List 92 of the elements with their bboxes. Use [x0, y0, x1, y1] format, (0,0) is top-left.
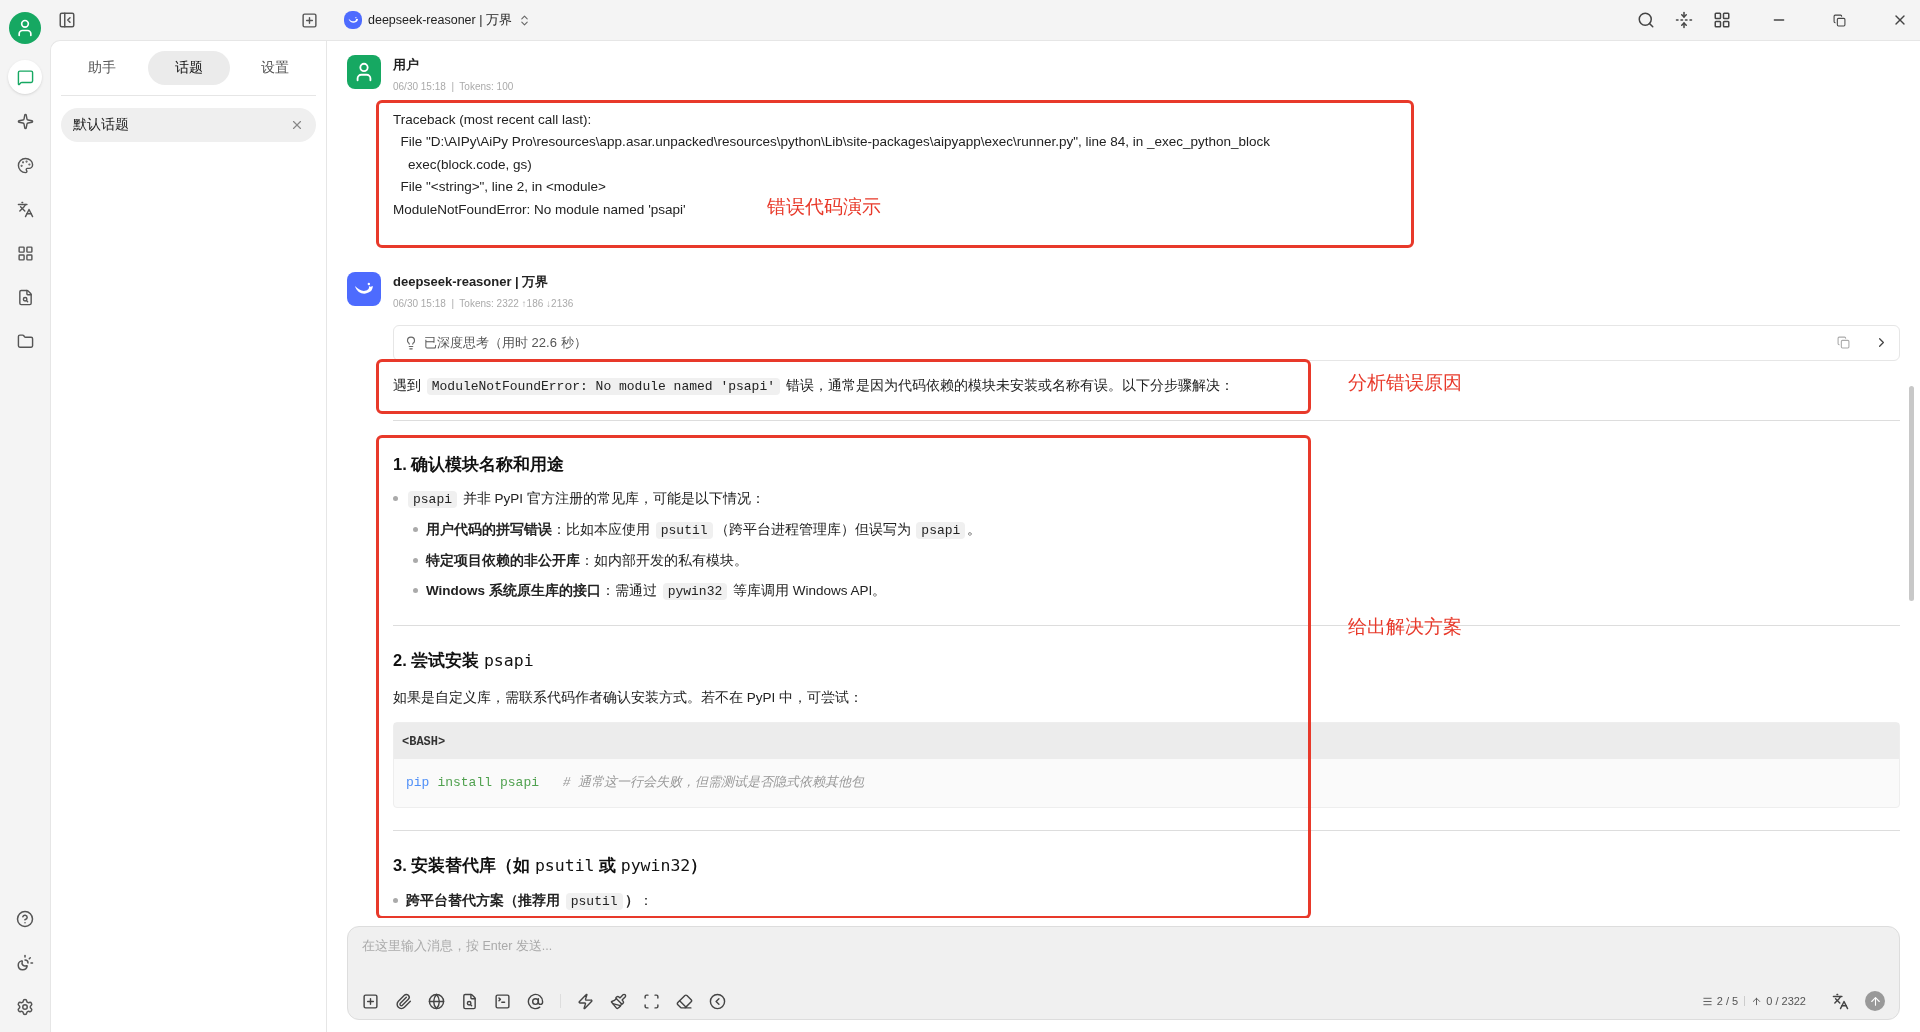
- list-icon: [1701, 995, 1713, 1007]
- heading-code: pywin32: [620, 855, 691, 875]
- restore-icon[interactable]: [1833, 13, 1846, 27]
- bold-text: 跨平台替代方案（推荐用: [406, 893, 561, 909]
- lightning-icon[interactable]: [577, 992, 594, 1010]
- inline-code: psapi: [408, 491, 457, 509]
- text-run: 遇到: [393, 377, 422, 393]
- text-run: 1. 确认模块名称和用途: [393, 454, 565, 473]
- whale-avatar-icon: [347, 272, 381, 306]
- attachment-icon[interactable]: [395, 992, 412, 1010]
- sidebar-toggle-icon[interactable]: [58, 11, 76, 29]
- text-run: 如果是自定义库，需联系代码作者确认安装方式。若不在 PyPI 中，可尝试：: [393, 690, 863, 705]
- model-selector[interactable]: deepseek-reasoner | 万界: [344, 10, 531, 30]
- message-input[interactable]: 在这里输入消息，按 Enter 发送... 2 / 5 0 / 2322: [347, 926, 1900, 1020]
- fold-icon[interactable]: [1675, 11, 1693, 29]
- text-run: （跨平台进程管理库）但误写为: [714, 522, 912, 538]
- message-meta: 06/30 15:18 | Tokens: 2322 ↑186 ↓2136: [393, 296, 575, 311]
- text-run: ：比如本应使用: [552, 522, 651, 538]
- new-topic-icon[interactable]: [362, 992, 379, 1010]
- terminal-icon[interactable]: [494, 992, 511, 1010]
- fullscreen-icon[interactable]: [643, 992, 660, 1010]
- chat-icon[interactable]: [8, 60, 42, 94]
- text-run: 错误，通常是因为代码依赖的模块未安装或名称有误。以下分步骤解决：: [784, 377, 1234, 393]
- arrow-up-icon: [1751, 995, 1763, 1007]
- code-token: install: [437, 774, 492, 792]
- bullet-icon: [393, 898, 398, 904]
- heading-code: psutil: [534, 855, 595, 875]
- send-button[interactable]: [1865, 991, 1885, 1011]
- code-token: psapi: [500, 774, 540, 792]
- token-count: 0 / 2322: [1766, 993, 1806, 1009]
- bold-text: Windows 系统原生库的接口: [426, 583, 601, 599]
- bullet-icon: [413, 588, 418, 594]
- panel-tab[interactable]: 设置: [234, 51, 316, 85]
- lightbulb-icon: [404, 335, 418, 350]
- topic-item[interactable]: 默认话题: [61, 108, 316, 142]
- thinking-bar[interactable]: 已深度思考（用时 22.6 秒）: [393, 324, 1900, 361]
- bullet-icon: [413, 527, 418, 533]
- panel-tab[interactable]: 话题: [147, 51, 230, 85]
- bullet-icon: [393, 496, 398, 502]
- text-run: ）: [690, 855, 708, 874]
- heading-code: psapi: [483, 651, 534, 671]
- text-run: ：如内部开发的私有模块。: [580, 553, 748, 569]
- traceback-line: ModuleNotFoundError: No module named 'psapi': [393, 200, 686, 219]
- text-run: ：需通过: [600, 583, 658, 599]
- inline-code: ModuleNotFoundError: No module named 'psapi': [426, 377, 781, 395]
- code-token: pip: [406, 774, 430, 792]
- translate-icon[interactable]: [1832, 992, 1849, 1010]
- annotation-label: 分析错误原因: [1348, 370, 1462, 395]
- context-count: 2 / 5: [1716, 993, 1739, 1009]
- traceback-line: Traceback (most recent call last):: [393, 110, 592, 129]
- user-avatar-icon[interactable]: [9, 12, 41, 44]
- chevron-circle-icon[interactable]: [709, 992, 726, 1010]
- message-field[interactable]: 在这里输入消息，按 Enter 发送...: [362, 937, 1885, 956]
- thinking-label: 已深度思考（用时 22.6 秒）: [424, 333, 587, 352]
- text-run: 。: [967, 522, 982, 538]
- bold-text: 特定项目依赖的非公开库: [426, 553, 580, 569]
- bold-text: 用户代码的拼写错误: [426, 522, 552, 538]
- code-token: # 通常这一行会失败，但需测试是否隐式依赖其他包: [561, 774, 865, 792]
- inline-code: psutil: [655, 522, 713, 540]
- traceback-line: File "D:\AIPy\AiPy Pro\resources\app.asar.unpacked\resources\python\Lib\site-packages\aipyapp\exec\runner.py", line 84, in _exec_python_block: [399, 133, 1271, 151]
- whale-avatar-icon: [344, 11, 362, 29]
- text-run: 并非 PyPI 官方注册的常见库，可能是以下情况：: [461, 491, 765, 507]
- traceback-line: exec(block.code, gs): [407, 155, 532, 174]
- search-icon[interactable]: [1637, 11, 1655, 29]
- new-topic-icon[interactable]: [301, 11, 318, 29]
- sender-name: deepseek-reasoner | 万界: [393, 273, 550, 291]
- text-run: 3. 安装替代库（如: [393, 855, 532, 874]
- annotation-label: 给出解决方案: [1348, 614, 1462, 639]
- text-run: 2. 尝试安装: [393, 651, 481, 670]
- inline-code: psutil: [565, 893, 623, 911]
- traceback-line: File "<string>", line 2, in <module>: [399, 178, 606, 196]
- bullet-icon: [413, 558, 418, 564]
- text-run: 等库调用 Windows API。: [732, 583, 887, 599]
- text-run: ：: [638, 893, 653, 909]
- arrow-up-icon: [1868, 994, 1882, 1008]
- file-search-icon[interactable]: [461, 992, 478, 1010]
- inline-code: pywin32: [662, 583, 728, 601]
- brush-icon[interactable]: [610, 992, 627, 1010]
- user-avatar-icon: [347, 55, 381, 89]
- message-meta: 06/30 15:18 | Tokens: 100: [393, 79, 515, 94]
- eraser-icon[interactable]: [676, 992, 693, 1010]
- code-language-label: <BASH>: [402, 735, 446, 749]
- sender-name: 用户: [393, 56, 420, 74]
- annotation-label: 错误代码演示: [767, 194, 881, 219]
- globe-icon[interactable]: [428, 992, 445, 1010]
- text-run: 或: [598, 855, 618, 874]
- topic-title: 默认话题: [73, 115, 129, 134]
- bold-text: ）: [624, 893, 639, 909]
- grid-icon[interactable]: [1713, 11, 1731, 29]
- panel-tab[interactable]: 助手: [61, 51, 143, 85]
- inline-code: psapi: [916, 522, 966, 540]
- mention-icon[interactable]: [527, 992, 544, 1010]
